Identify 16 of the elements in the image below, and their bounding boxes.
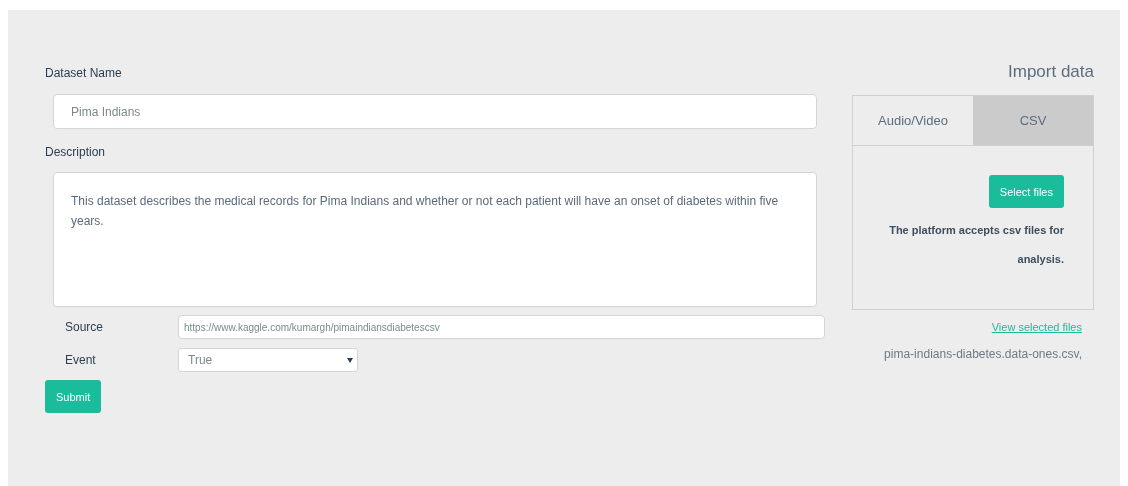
field-label: Event: [64, 353, 97, 367]
tab[interactable]: CSV: [973, 96, 1093, 145]
field-label: Description: [45, 145, 106, 159]
select-files-button[interactable]: Select files: [988, 175, 1064, 208]
field-label: Source: [64, 320, 105, 334]
file-list: pima-indians-diabetes.data-ones.csv,: [884, 347, 1082, 361]
event-dropdown[interactable]: True: [178, 348, 358, 372]
section-title: Import data: [1008, 62, 1094, 82]
field-label: Dataset Name: [45, 66, 122, 80]
caret-icon: [347, 357, 353, 363]
help-text: The platform accepts csv files for analysis.: [888, 223, 1064, 267]
dataset-name-field[interactable]: Pima Indians: [53, 94, 817, 129]
submit-button[interactable]: Submit: [45, 380, 102, 413]
description-field[interactable]: This dataset describes the medical records for Pima Indians and whether or not each patient will have an onset of diabetes within five years.: [53, 172, 817, 307]
source-field[interactable]: https://www.kaggle.com/kumargh/pimaindiansdiabetescsv: [178, 315, 825, 339]
view-files-link[interactable]: View selected files: [991, 321, 1082, 333]
